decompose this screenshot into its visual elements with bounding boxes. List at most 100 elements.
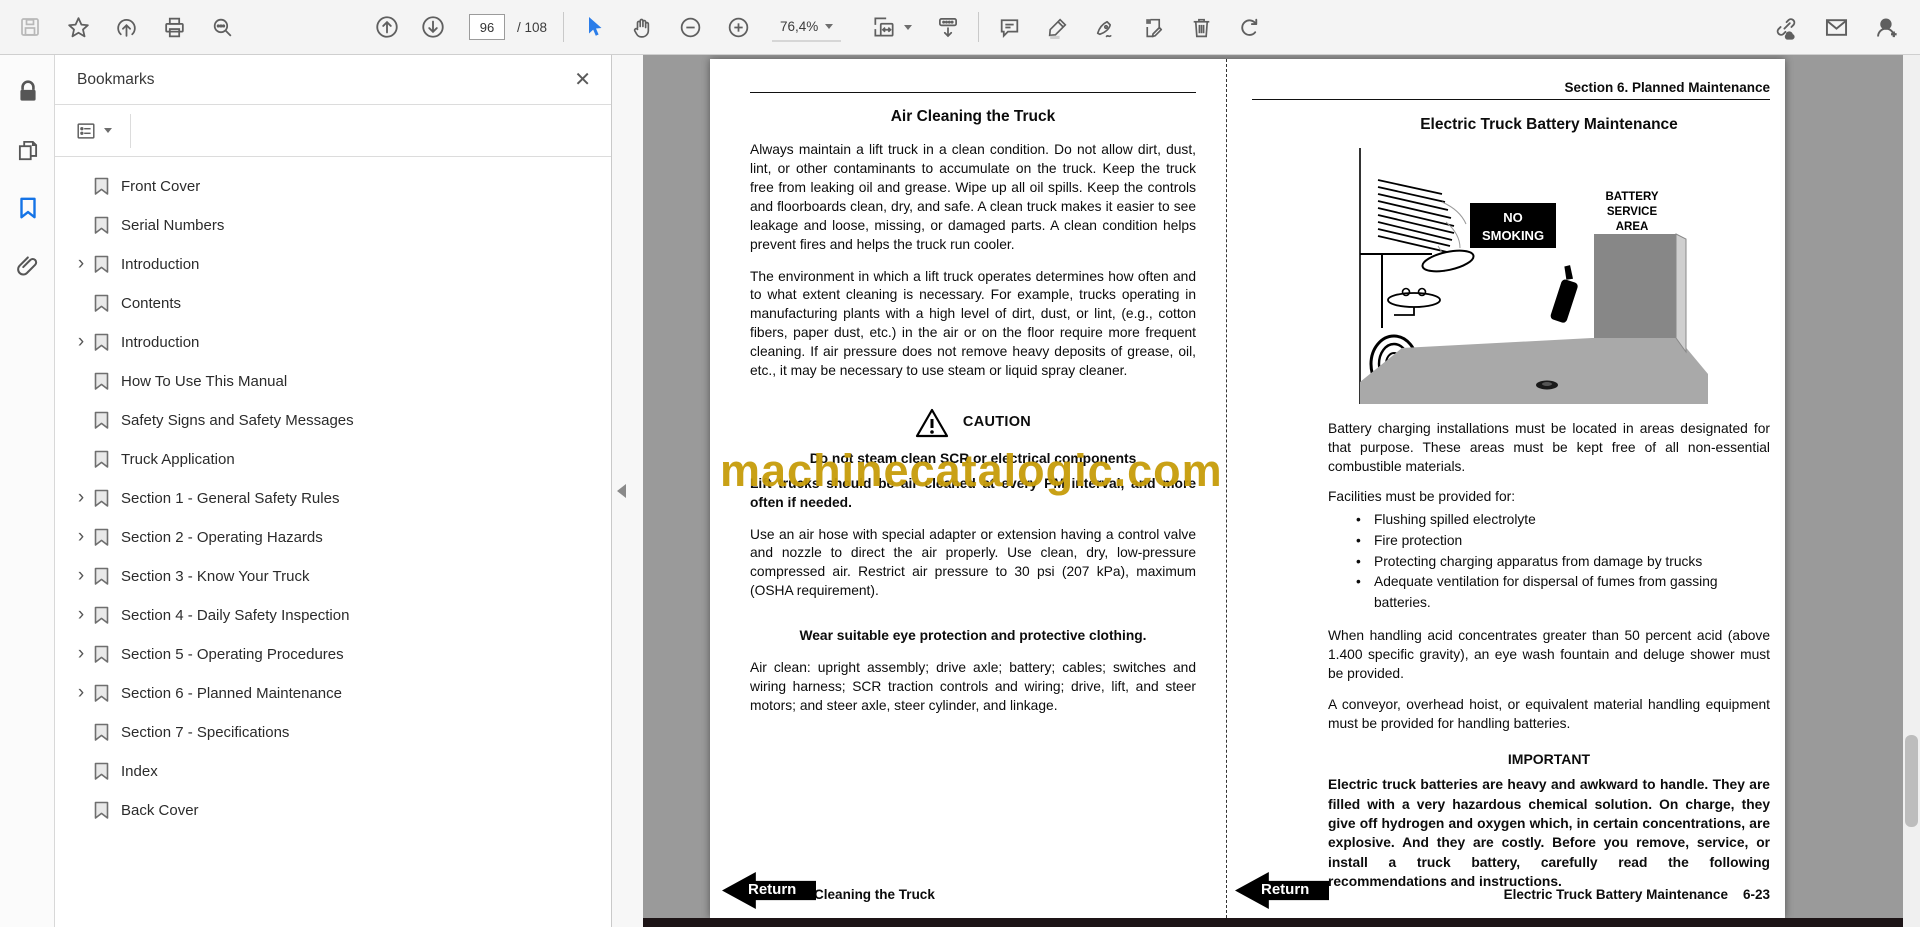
chevron-right-icon[interactable]: ›	[71, 527, 91, 549]
bookmark-item[interactable]: › Introduction	[55, 323, 611, 362]
select-tool-button[interactable]	[574, 7, 614, 47]
paragraph: When handling acid concentrates greater …	[1328, 627, 1770, 681]
zoom-level-dropdown[interactable]: 76,4%	[772, 13, 842, 42]
bookmark-options-button[interactable]	[69, 114, 118, 148]
upload-button[interactable]	[106, 7, 146, 47]
return-button[interactable]: Return	[1235, 872, 1329, 909]
bookmark-label: How To Use This Manual	[121, 373, 288, 390]
page-number-input[interactable]	[469, 14, 505, 40]
panel-title: Bookmarks	[77, 70, 155, 88]
comment-button[interactable]	[989, 7, 1029, 47]
paragraph: A conveyor, overhead hoist, or equivalen…	[1328, 697, 1770, 732]
bookmark-icon	[94, 684, 109, 702]
page-top-rule	[750, 92, 1196, 93]
chevron-right-icon[interactable]: ›	[71, 488, 91, 510]
bookmark-icon	[94, 372, 109, 390]
print-button[interactable]	[154, 7, 194, 47]
bullet-icon: •	[1356, 512, 1361, 528]
fit-width-dropdown[interactable]	[863, 8, 920, 46]
chevron-right-icon[interactable]: ›	[71, 644, 91, 666]
highlight-button[interactable]	[1037, 7, 1077, 47]
zoom-in-button[interactable]	[718, 7, 758, 47]
bookmark-item[interactable]: › Section 5 - Operating Procedures	[55, 635, 611, 674]
delete-button[interactable]	[1181, 7, 1221, 47]
chevron-right-icon[interactable]: ›	[71, 566, 91, 588]
bookmark-item[interactable]: › Section 3 - Know Your Truck	[55, 557, 611, 596]
right-page-footer: Electric Truck Battery Maintenance 6-23	[1504, 886, 1770, 904]
bookmark-item[interactable]: › Section 4 - Daily Safety Inspection	[55, 596, 611, 635]
bookmark-item[interactable]: › Truck Application	[55, 440, 611, 479]
scrollbar-thumb[interactable]	[1905, 735, 1918, 827]
bookmark-icon	[94, 567, 109, 585]
attachments-button[interactable]	[0, 241, 55, 291]
bookmark-item[interactable]: › Back Cover	[55, 791, 611, 830]
bullet-item: • Fire protection	[1328, 531, 1770, 552]
attachments-icon	[17, 255, 38, 276]
left-rail	[0, 55, 55, 927]
page-right: Section 6. Planned Maintenance Electric …	[1226, 59, 1785, 918]
next-page-button[interactable]	[413, 7, 453, 47]
page-thumbnails-button[interactable]	[0, 125, 55, 175]
add-user-button[interactable]	[1866, 7, 1906, 47]
bookmark-item[interactable]: › Section 1 - General Safety Rules	[55, 479, 611, 518]
bookmarks-options-row	[55, 105, 611, 157]
bookmarks-panel-button[interactable]	[0, 183, 55, 233]
chevron-right-icon[interactable]: ›	[71, 605, 91, 627]
save-icon	[21, 18, 39, 36]
sign-button[interactable]	[1085, 7, 1125, 47]
star-icon	[67, 16, 89, 37]
close-icon[interactable]: ✕	[574, 70, 591, 90]
bookmark-label: Section 1 - General Safety Rules	[121, 490, 340, 507]
scroll-mode-button[interactable]	[928, 7, 968, 47]
important-paragraph: Electric truck batteries are heavy and a…	[1328, 777, 1770, 889]
hand-tool-button[interactable]	[622, 7, 662, 47]
bookmark-item[interactable]: › Front Cover	[55, 167, 611, 206]
email-button[interactable]	[1816, 7, 1856, 47]
bullet-icon: •	[1356, 553, 1361, 569]
collapse-panel-button[interactable]	[614, 480, 628, 502]
paragraph: Use an air hose with special adapter or …	[750, 526, 1196, 599]
bookmark-icon	[94, 177, 109, 195]
bookmark-icon	[94, 333, 109, 351]
chevron-right-icon[interactable]: ›	[71, 332, 91, 354]
bookmark-label: Introduction	[121, 256, 200, 273]
chevron-right-icon[interactable]: ›	[71, 683, 91, 705]
footer-page-number: 6-23	[1742, 886, 1770, 902]
edit-page-button[interactable]	[1133, 7, 1173, 47]
bookmark-item[interactable]: › Section 2 - Operating Hazards	[55, 518, 611, 557]
svg-text:SERVICE: SERVICE	[1607, 206, 1658, 218]
star-button[interactable]	[58, 7, 98, 47]
security-panel-button[interactable]	[0, 67, 55, 117]
chevron-down-icon	[104, 128, 112, 133]
fit-width-icon	[874, 17, 894, 37]
bookmark-item[interactable]: › How To Use This Manual	[55, 362, 611, 401]
previous-page-button[interactable]	[367, 7, 407, 47]
save-button[interactable]	[10, 7, 50, 47]
return-label: Return	[1261, 881, 1310, 899]
bookmark-item[interactable]: › Index	[55, 752, 611, 791]
bookmark-item[interactable]: › Safety Signs and Safety Messages	[55, 401, 611, 440]
highlighter-icon	[1048, 18, 1067, 39]
bookmark-icon	[94, 216, 109, 234]
redo-button[interactable]	[1229, 7, 1269, 47]
chevron-right-icon[interactable]: ›	[71, 254, 91, 276]
bookmark-item[interactable]: › Introduction	[55, 245, 611, 284]
vertical-scrollbar[interactable]	[1903, 55, 1920, 927]
bookmarks-panel: Bookmarks ✕ › Front Cover ›	[55, 55, 612, 927]
bookmark-item[interactable]: › Serial Numbers	[55, 206, 611, 245]
panel-splitter[interactable]	[612, 55, 643, 927]
battery-area-figure: NO SMOKING BATTERY SERVICE AREA	[1359, 147, 1708, 404]
bookmark-item[interactable]: › Section 6 - Planned Maintenance	[55, 674, 611, 713]
bookmark-item[interactable]: › Contents	[55, 284, 611, 323]
bullet-item: • Flushing spilled electrolyte	[1328, 510, 1770, 531]
document-viewer[interactable]: Air Cleaning the Truck Always maintain a…	[643, 55, 1920, 927]
page-total: / 108	[517, 19, 548, 35]
watermark: machinecatalogic.com	[720, 445, 1223, 496]
search-button[interactable]	[202, 7, 242, 47]
share-link-button[interactable]	[1766, 7, 1806, 47]
search-icon	[213, 18, 231, 36]
zoom-out-button[interactable]	[670, 7, 710, 47]
caution-header: CAUTION	[750, 408, 1196, 438]
bookmark-item[interactable]: › Section 7 - Specifications	[55, 713, 611, 752]
bookmark-icon	[94, 294, 109, 312]
